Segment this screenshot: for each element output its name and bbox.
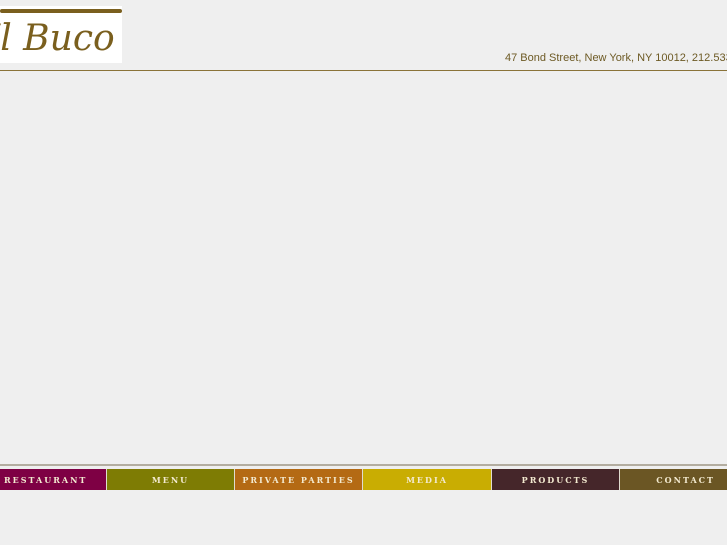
main-nav: RESTAURANT MENU PRIVATE PARTIES MEDIA PR…: [0, 469, 727, 490]
address-text: 47 Bond Street, New York, NY 10012, 212.…: [505, 52, 727, 64]
nav-contact[interactable]: CONTACT: [620, 469, 727, 490]
nav-menu[interactable]: MENU: [107, 469, 235, 490]
logo[interactable]: Il Buco: [0, 6, 122, 63]
logo-text: Il Buco: [0, 18, 115, 59]
header-divider: [0, 70, 727, 71]
nav-products[interactable]: PRODUCTS: [492, 469, 620, 490]
logo-bar: [0, 9, 122, 13]
nav-restaurant[interactable]: RESTAURANT: [0, 469, 107, 490]
footer-divider: [0, 464, 727, 466]
nav-media[interactable]: MEDIA: [363, 469, 492, 490]
nav-private-parties[interactable]: PRIVATE PARTIES: [235, 469, 363, 490]
